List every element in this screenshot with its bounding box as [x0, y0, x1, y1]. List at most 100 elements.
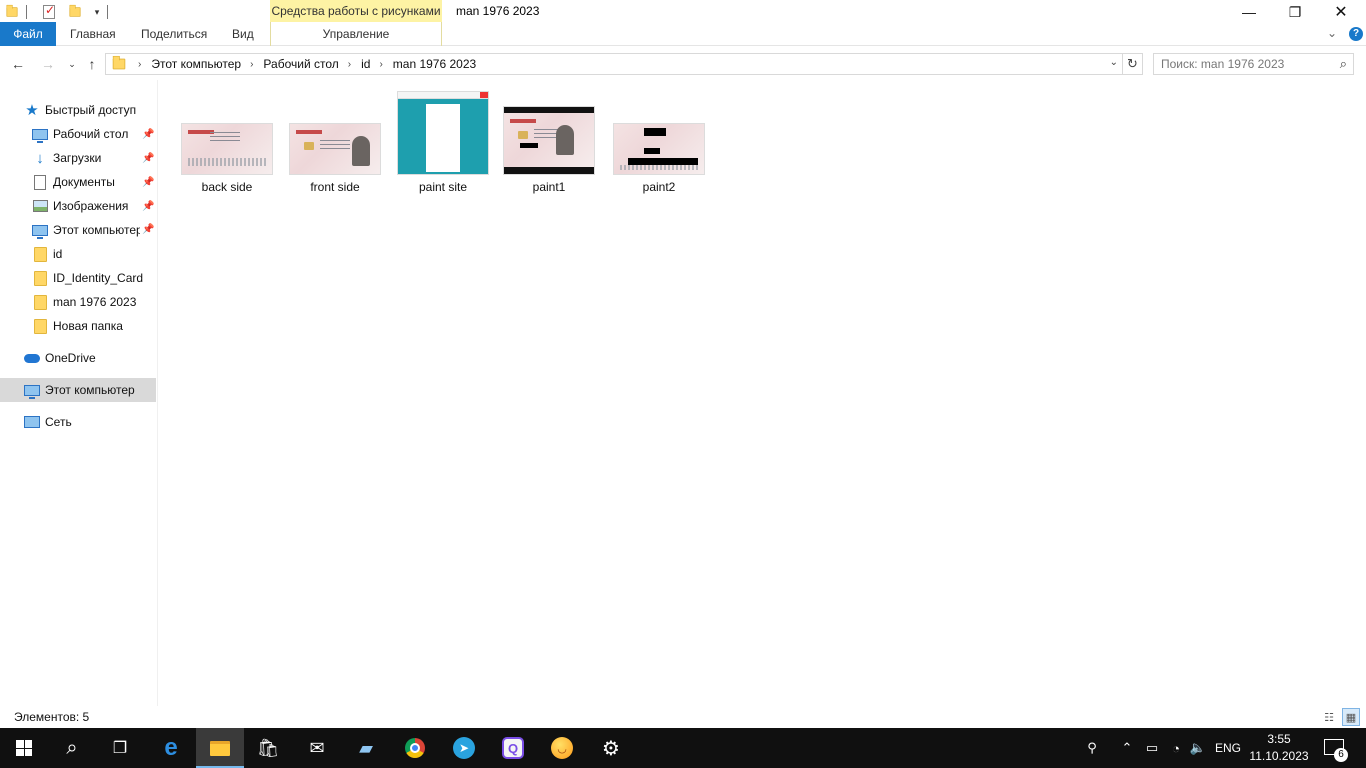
nav-quick-access[interactable]: ★ Быстрый доступ [0, 98, 156, 122]
language-indicator[interactable]: ENG [1212, 728, 1244, 768]
minimize-button[interactable]: — [1226, 0, 1272, 24]
nav-network[interactable]: Сеть [0, 410, 156, 434]
store-icon[interactable]: 🛍 [244, 728, 292, 768]
nav-item-new-folder[interactable]: Новая папка [0, 314, 156, 338]
search-box[interactable]: ⌕ [1153, 53, 1354, 75]
nav-item-this-pc-pinned[interactable]: Этот компьютер [0, 218, 140, 242]
mail-icon[interactable]: ✉ [293, 728, 341, 768]
folder-icon [32, 294, 48, 310]
refresh-button[interactable]: ↻ [1123, 53, 1143, 75]
nav-onedrive[interactable]: OneDrive [0, 346, 156, 370]
clock[interactable]: 3:55 11.10.2023 [1246, 731, 1312, 765]
notification-count-badge: 6 [1334, 748, 1348, 762]
file-name: paint site [418, 180, 468, 194]
breadcrumb-separator-icon[interactable]: › [250, 59, 253, 70]
yandex-browser-icon[interactable]: ◡ [538, 728, 586, 768]
address-bar[interactable]: › Этот компьютер › Рабочий стол › id › m… [105, 53, 1123, 75]
nav-item-documents[interactable]: Документы 📌 [0, 170, 156, 194]
volume-icon[interactable]: 🔈 [1188, 728, 1208, 768]
address-dropdown-icon[interactable]: ⌄ [1110, 57, 1118, 68]
nav-item-man-1976-2023[interactable]: man 1976 2023 [0, 290, 156, 314]
forward-button[interactable]: → [38, 54, 58, 74]
pin-icon: 📌 [142, 200, 155, 212]
task-view-button[interactable]: ❐ [96, 728, 144, 768]
breadcrumb-separator-icon[interactable]: › [348, 59, 351, 70]
q-browser-icon[interactable]: Q [489, 728, 537, 768]
pin-icon: 📌 [142, 224, 155, 235]
file-item[interactable]: paint2 [607, 123, 711, 194]
file-thumbnail [397, 91, 489, 175]
qat-dropdown-icon[interactable]: ▾ [89, 4, 105, 20]
battery-icon[interactable]: ▭ [1142, 728, 1162, 768]
downloads-icon: ↓ [36, 149, 44, 167]
file-name: front side [310, 180, 360, 194]
chrome-icon[interactable] [391, 728, 439, 768]
star-icon: ★ [25, 102, 39, 119]
new-folder-icon[interactable] [67, 4, 83, 20]
file-item[interactable]: paint site [391, 91, 495, 194]
expand-ribbon-icon[interactable]: ⌄ [1327, 26, 1337, 40]
close-button[interactable]: ✕ [1318, 0, 1364, 24]
breadcrumb-this-pc[interactable]: Этот компьютер [151, 57, 241, 71]
clock-date: 11.10.2023 [1249, 749, 1309, 763]
large-icons-view-button[interactable]: ▦ [1342, 708, 1360, 726]
help-icon[interactable]: ? [1349, 27, 1363, 41]
nav-item-id-identity-card[interactable]: ID_Identity_Card [0, 266, 156, 290]
breadcrumb-current[interactable]: man 1976 2023 [393, 57, 476, 71]
breadcrumb-separator-icon[interactable]: › [379, 59, 382, 70]
item-count: Элементов: 5 [14, 710, 90, 724]
qat-separator [107, 5, 108, 19]
picture-tools-context-tab: Средства работы с рисунками [270, 0, 442, 22]
file-item[interactable]: front side [283, 123, 387, 194]
nav-item-id[interactable]: id [0, 242, 156, 266]
breadcrumb-id[interactable]: id [361, 57, 370, 71]
tab-share[interactable]: Поделиться [141, 22, 207, 46]
back-button[interactable]: ← [8, 54, 28, 74]
folder-icon [32, 270, 48, 286]
file-item[interactable]: back side [175, 123, 279, 194]
breadcrumb-desktop[interactable]: Рабочий стол [263, 57, 338, 71]
file-name: paint2 [642, 180, 676, 194]
start-button[interactable] [0, 728, 48, 768]
wifi-icon[interactable]: ◔ [1166, 728, 1186, 768]
file-list: back side front side paint site paint1 p… [159, 80, 1366, 706]
pictures-icon [32, 198, 48, 214]
nav-item-pictures[interactable]: Изображения 📌 [0, 194, 156, 218]
search-taskbar-button[interactable]: ⌕ [48, 728, 96, 768]
file-thumbnail [613, 123, 705, 175]
nav-item-desktop[interactable]: Рабочий стол 📌 [0, 122, 156, 146]
tab-home[interactable]: Главная [70, 22, 116, 46]
status-bar: Элементов: 5 ☷ ▦ [0, 706, 1366, 728]
folder-icon [32, 246, 48, 262]
tab-manage[interactable]: Управление [270, 22, 442, 46]
search-input[interactable] [1161, 55, 1331, 73]
tab-file[interactable]: Файл [0, 22, 56, 46]
edge-icon[interactable]: e [147, 728, 195, 768]
tab-view[interactable]: Вид [232, 22, 254, 46]
computer-icon [24, 382, 40, 399]
navigation-pane: ★ Быстрый доступ Рабочий стол 📌 ↓ Загруз… [0, 80, 158, 706]
properties-icon[interactable] [41, 3, 57, 20]
windows-logo-icon [16, 740, 32, 756]
pin-icon: 📌 [142, 176, 155, 188]
search-icon[interactable]: ⌕ [1340, 56, 1347, 72]
file-item[interactable]: paint1 [497, 106, 601, 194]
up-button[interactable]: ↑ [82, 54, 102, 74]
show-hidden-icons-chevron-up-icon[interactable]: ⌃ [1117, 728, 1137, 768]
maximize-button[interactable]: ❐ [1272, 0, 1318, 24]
pin-icon: 📌 [142, 152, 155, 164]
nav-item-downloads[interactable]: ↓ Загрузки 📌 [0, 146, 156, 170]
details-view-button[interactable]: ☷ [1320, 708, 1338, 726]
nav-this-pc[interactable]: Этот компьютер [0, 378, 156, 402]
recent-locations-button[interactable]: ⌄ [62, 54, 82, 74]
settings-gear-icon[interactable]: ⚙ [587, 728, 635, 768]
folder-icon [112, 55, 126, 70]
documents-icon [32, 174, 48, 190]
file-explorer-icon[interactable] [196, 728, 244, 768]
telegram-icon[interactable]: ➤ [440, 728, 488, 768]
people-icon[interactable]: ⚲ [1082, 728, 1102, 768]
clock-time: 3:55 [1267, 732, 1291, 746]
folder-icon [32, 318, 48, 334]
breadcrumb-separator-icon[interactable]: › [138, 59, 141, 70]
notes-app-icon[interactable]: ▰ [342, 728, 390, 768]
